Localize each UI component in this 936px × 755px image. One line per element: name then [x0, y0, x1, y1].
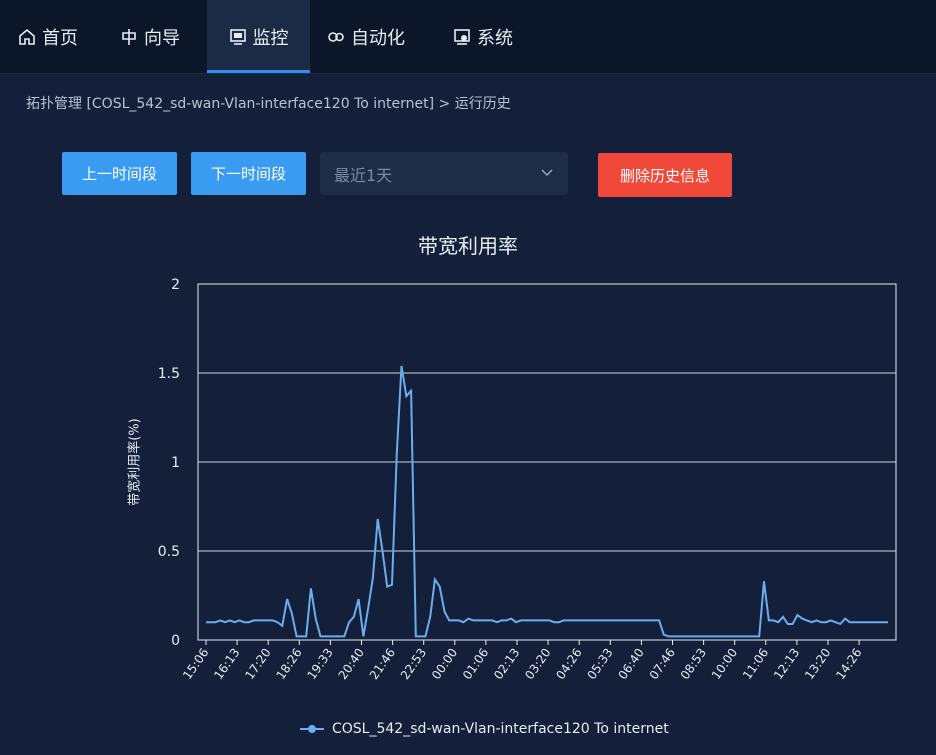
x-tick-label: 20:40: [336, 646, 367, 682]
y-axis: 0 0.5 1 1.5 2: [158, 277, 180, 649]
series-line: [206, 365, 888, 638]
y-tick-label: 0.5: [158, 544, 180, 560]
x-tick-label: 08:53: [678, 646, 709, 682]
y-tick-label: 1: [171, 455, 180, 471]
x-tick-label: 17:20: [242, 646, 273, 682]
chart-grid: [198, 372, 896, 552]
x-tick-label: 02:13: [491, 646, 522, 682]
x-tick-label: 18:26: [273, 646, 304, 682]
y-tick-label: 2: [171, 277, 180, 293]
y-tick-label: 0: [171, 633, 180, 649]
x-tick-label: 21:46: [367, 646, 398, 682]
x-tick-label: 01:06: [460, 646, 491, 682]
x-tick-label: 15:06: [180, 646, 211, 682]
x-tick-label: 00:00: [429, 646, 460, 682]
x-tick-label: 11:06: [740, 646, 771, 682]
chart-legend[interactable]: COSL_542_sd-wan-Vlan-interface120 To int…: [300, 719, 669, 739]
x-tick-label: 19:33: [305, 646, 336, 682]
x-tick-label: 03:20: [522, 646, 553, 682]
x-tick-label: 12:13: [771, 646, 802, 682]
bandwidth-chart: 0 0.5 1 1.5 2 15:06 16:13 17:20 18:26 19:33 20:40…: [158, 277, 897, 682]
x-tick-label: 13:20: [802, 646, 833, 682]
x-tick-label: 22:53: [398, 646, 429, 682]
x-tick-label: 14:26: [833, 646, 864, 682]
legend-marker: [300, 725, 324, 733]
x-tick-label: 04:26: [553, 646, 584, 682]
x-tick-label: 06:40: [616, 646, 647, 682]
y-axis-label: 带宽利用率(%): [127, 418, 143, 506]
x-tick-label: 10:00: [709, 646, 740, 682]
legend-label: COSL_542_sd-wan-Vlan-interface120 To int…: [332, 721, 669, 737]
y-tick-label: 1.5: [158, 366, 180, 382]
x-axis: 15:06 16:13 17:20 18:26 19:33 20:40 21:46 22:53…: [180, 640, 865, 682]
x-tick-label: 05:33: [584, 646, 615, 682]
x-tick-label: 07:46: [647, 646, 678, 682]
x-tick-label: 16:13: [211, 646, 242, 682]
